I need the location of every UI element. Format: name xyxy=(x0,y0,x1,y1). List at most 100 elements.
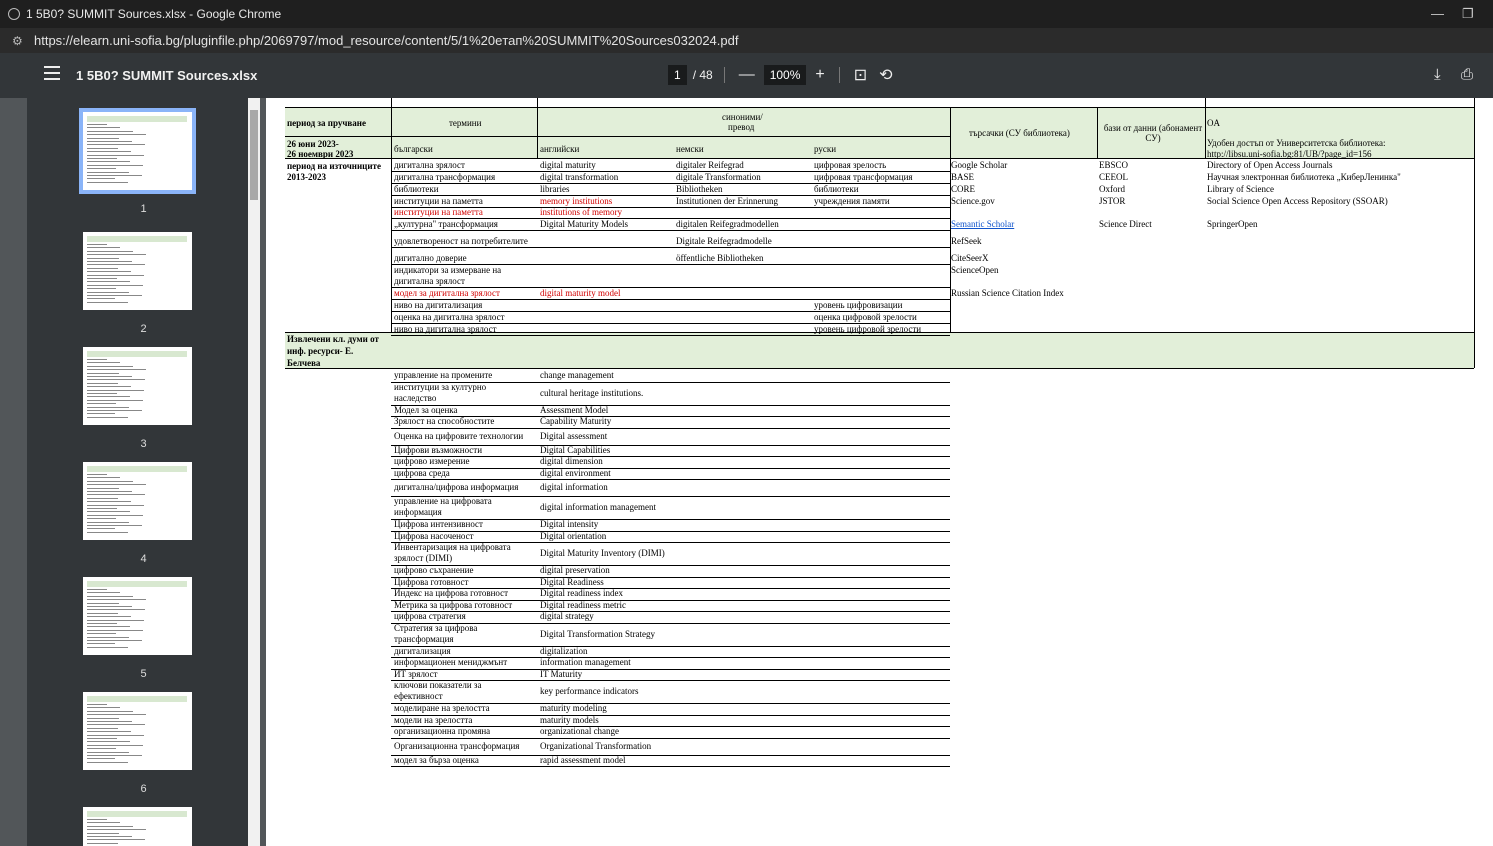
thumb-line xyxy=(87,755,142,756)
rotate-icon[interactable]: ⟲ xyxy=(876,65,895,85)
row-rule xyxy=(391,576,950,578)
row-rule xyxy=(391,530,950,532)
page-number-input[interactable]: 1 xyxy=(668,65,687,85)
cell-bg: оценка на дигитална зрялост xyxy=(394,312,505,322)
zoom-input[interactable]: 100% xyxy=(763,65,807,85)
cell-bg: Индекс на цифрова готовност xyxy=(394,588,509,598)
cell-en: digital strategy xyxy=(540,611,594,621)
thumb-line xyxy=(87,514,143,516)
cell-bg: дигитално доверие xyxy=(394,253,467,263)
scrollbar-thumb[interactable] xyxy=(250,110,258,200)
cell-de: öffentliche Bibliotheken xyxy=(676,253,764,263)
page-thumbnail[interactable] xyxy=(83,232,192,310)
pdf-page: период за пручване термини синоними/ пре… xyxy=(266,98,1493,846)
hdr-terms: термини xyxy=(449,118,482,128)
cell-bg: информация xyxy=(394,507,442,517)
hdr-synonyms: синоними/ xyxy=(722,112,763,122)
cell-se[interactable]: Semantic Scholar xyxy=(951,219,1014,229)
thumb-line xyxy=(87,382,118,384)
thumb-line xyxy=(87,819,107,820)
thumb-line xyxy=(87,359,107,360)
thumb-line xyxy=(87,301,128,303)
cell-de: Institutionen der Erinnerung xyxy=(676,196,778,206)
row-rule xyxy=(391,645,950,647)
url-text[interactable]: https://elearn.uni-sofia.bg/pluginfile.p… xyxy=(34,33,738,48)
thumb-line xyxy=(87,710,133,712)
col-rule xyxy=(391,98,392,332)
thumb-band xyxy=(87,581,187,587)
print-icon[interactable]: ⎙ xyxy=(1461,66,1473,83)
hdr-oa: OA xyxy=(1207,118,1220,128)
page-thumbnail[interactable] xyxy=(79,108,196,194)
thumb-line xyxy=(87,839,145,841)
divider xyxy=(838,67,840,83)
cell-en: digital transformation xyxy=(540,172,619,182)
thumb-line xyxy=(87,518,116,520)
cell-en: change management xyxy=(540,370,614,380)
row-rule xyxy=(391,467,950,469)
minimize-icon[interactable]: — xyxy=(1431,6,1444,21)
cell-bg: институции на паметта xyxy=(394,196,483,206)
address-bar[interactable]: ⚙ https://elearn.uni-sofia.bg/pluginfile… xyxy=(0,28,1493,53)
restore-icon[interactable]: ❐ xyxy=(1462,6,1474,22)
cell-se: Science.gov xyxy=(951,196,995,206)
thumb-line xyxy=(87,154,144,156)
thumb-line xyxy=(87,531,128,533)
page-thumbnail[interactable] xyxy=(83,692,192,770)
cell-en: digital information management xyxy=(540,502,656,512)
thumb-band xyxy=(87,696,187,702)
zoom-in-icon[interactable]: + xyxy=(812,66,827,84)
thumb-band xyxy=(87,351,187,357)
thumb-line xyxy=(87,281,130,283)
cell-bg: дигитална зрялост xyxy=(394,160,465,170)
page-thumbnail[interactable] xyxy=(83,807,192,846)
cell-se: BASE xyxy=(951,172,975,182)
thumb-line xyxy=(87,595,133,597)
thumb-band xyxy=(87,466,187,472)
thumb-line xyxy=(87,168,116,170)
thumb-line xyxy=(87,147,118,149)
cell-bg: трансформация xyxy=(394,633,454,644)
menu-icon[interactable] xyxy=(44,66,60,80)
zoom-out-icon[interactable]: — xyxy=(736,66,758,84)
hdr-de: немски xyxy=(676,144,704,154)
cell-ru: цифровая зрелость xyxy=(814,160,887,170)
thumb-line xyxy=(87,525,142,526)
scrollbar[interactable] xyxy=(248,98,260,846)
page-zoom-controls: 1 / 48 — 100% + ⊡ ⟲ xyxy=(668,65,896,85)
src-years: 2013-2023 xyxy=(287,172,326,182)
site-info-icon[interactable]: ⚙ xyxy=(12,34,26,48)
cell-en: digitalization xyxy=(540,645,588,656)
thumb-line xyxy=(87,748,116,750)
fit-page-icon[interactable]: ⊡ xyxy=(851,65,870,85)
thumb-line xyxy=(87,623,117,624)
cell-bg: библиотеки xyxy=(394,184,439,194)
thumb-line xyxy=(87,521,129,523)
download-icon[interactable]: ⤓ xyxy=(1434,66,1441,83)
cell-en: digital environment xyxy=(540,467,611,478)
page-thumbnail[interactable] xyxy=(83,577,192,655)
cell-se: Russian Science Citation Index xyxy=(951,288,1064,298)
row-rule xyxy=(391,714,950,716)
cell-db: Oxford xyxy=(1099,184,1125,194)
thumb-line xyxy=(87,267,118,269)
page-thumbnail[interactable] xyxy=(83,347,192,425)
thumb-line xyxy=(87,278,117,279)
rule xyxy=(285,368,1474,369)
thumb-line xyxy=(87,836,132,837)
tab-favicon-icon xyxy=(8,8,20,20)
thumbnail-number: 3 xyxy=(140,438,147,450)
section-title-2: инф. ресурси- Е. xyxy=(287,346,354,356)
page-thumbnail[interactable] xyxy=(83,462,192,540)
thumb-line xyxy=(87,271,131,273)
thumb-line xyxy=(87,704,107,705)
cell-en: cultural heritage institutions. xyxy=(540,387,644,398)
cell-en: organizational change xyxy=(540,726,620,736)
thumbnail-number: 1 xyxy=(140,203,147,215)
section-fill xyxy=(285,333,1474,368)
thumb-line xyxy=(87,254,146,256)
thumbnail-number: 4 xyxy=(140,553,147,565)
cell-bg: дигитализация xyxy=(394,645,451,656)
thumb-line xyxy=(87,403,116,405)
col-rule xyxy=(1205,98,1206,158)
